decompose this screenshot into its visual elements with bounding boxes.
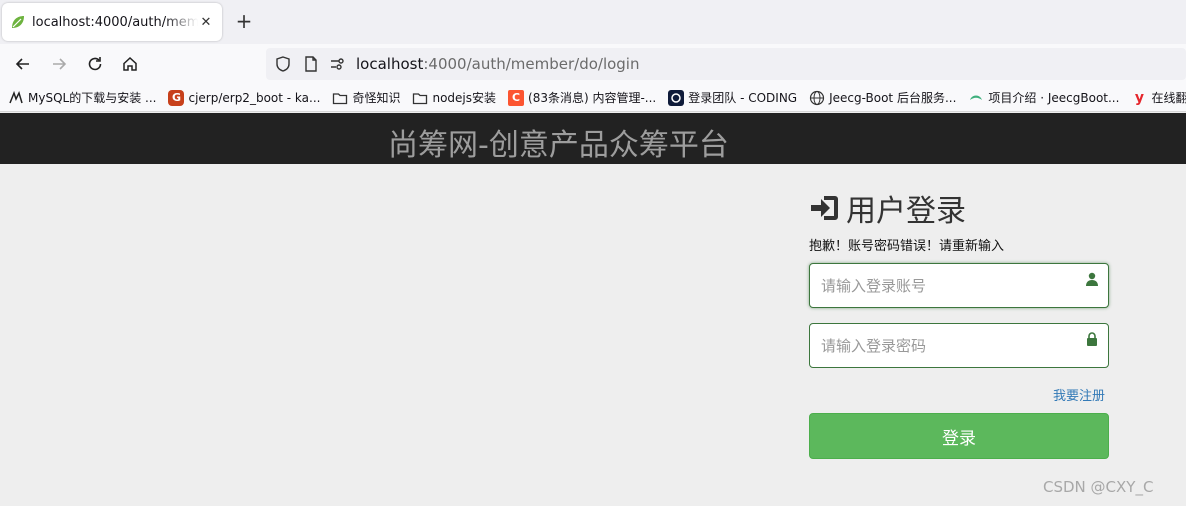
- login-heading: 用户登录: [808, 186, 966, 230]
- bookmark-label: 在线翻译: [1151, 91, 1186, 105]
- close-tab-icon[interactable]: ✕: [198, 15, 214, 30]
- bookmark-label: MySQL的下载与安装 ...: [28, 91, 157, 105]
- user-icon: [1086, 272, 1098, 286]
- coding-icon: [668, 89, 685, 106]
- account-input[interactable]: [810, 264, 1070, 307]
- bookmark-folder-nodejs[interactable]: nodejs安装: [412, 89, 496, 106]
- nav-bar: localhost:4000/auth/member/do/login: [0, 44, 1186, 84]
- bookmark-label: 登录团队 - CODING: [688, 91, 798, 105]
- back-button[interactable]: [10, 51, 36, 77]
- url-bar[interactable]: localhost:4000/auth/member/do/login: [266, 48, 1186, 80]
- bookmarks-bar: MySQL的下载与安装 ... G cjerp/erp2_boot - ka..…: [0, 84, 1186, 112]
- url-text[interactable]: localhost:4000/auth/member/do/login: [356, 55, 639, 73]
- error-message: 抱歉！账号密码错误！请重新输入: [809, 239, 1005, 254]
- bookmark-youdao[interactable]: y 在线翻译: [1131, 89, 1186, 106]
- bookmark-favicon: [8, 90, 24, 106]
- leaf-icon: [12, 16, 24, 28]
- bookmark-label: cjerp/erp2_boot - ka...: [188, 90, 321, 105]
- bookmark-mysql[interactable]: MySQL的下载与安装 ...: [8, 89, 156, 106]
- bookmark-jeecg-backend[interactable]: Jeecg-Boot 后台服务...: [809, 89, 956, 106]
- csdn-icon: C: [508, 89, 525, 106]
- bookmark-folder-qiguai[interactable]: 奇怪知识: [332, 89, 400, 106]
- new-tab-icon[interactable]: +: [232, 10, 256, 34]
- reload-icon: [88, 57, 102, 71]
- bookmark-cjerp[interactable]: G cjerp/erp2_boot - ka...: [168, 89, 321, 106]
- globe-icon: [809, 90, 825, 106]
- jeecg-icon: [968, 90, 984, 106]
- folder-icon: [412, 90, 428, 106]
- home-icon: [123, 56, 137, 71]
- bookmark-csdn[interactable]: C (83条消息) 内容管理-...: [508, 89, 656, 106]
- site-header: 尚筹网-创意产品众筹平台: [0, 113, 1186, 164]
- lock-icon: [1087, 332, 1097, 346]
- password-input[interactable]: [810, 324, 1070, 367]
- tab-title: localhost:4000/auth/member/do/login: [32, 14, 198, 30]
- tab-strip: localhost:4000/auth/member/do/login ✕ +: [0, 0, 1186, 44]
- page-icon: [305, 56, 317, 72]
- login-title: 用户登录: [846, 194, 966, 229]
- bookmark-label: 项目介绍 · JeecgBoot...: [988, 91, 1120, 105]
- arrow-right-icon: [53, 58, 67, 70]
- bookmark-label: nodejs安装: [432, 91, 497, 105]
- reload-button[interactable]: [82, 51, 108, 77]
- youdao-icon: y: [1134, 89, 1144, 106]
- forward-button[interactable]: [46, 51, 72, 77]
- bookmark-label: Jeecg-Boot 后台服务...: [829, 91, 957, 105]
- bookmark-jeecg-intro[interactable]: 项目介绍 · JeecgBoot...: [968, 89, 1119, 106]
- browser-tab[interactable]: localhost:4000/auth/member/do/login ✕: [2, 3, 222, 41]
- password-field[interactable]: [809, 323, 1109, 368]
- url-host: localhost: [356, 55, 424, 73]
- home-button[interactable]: [117, 51, 143, 77]
- login-button[interactable]: 登录: [809, 413, 1109, 459]
- sign-in-icon: [811, 196, 838, 220]
- url-path: :4000/auth/member/do/login: [423, 55, 640, 73]
- shield-icon: [276, 56, 290, 72]
- account-field[interactable]: [809, 263, 1109, 308]
- register-link[interactable]: 我要注册: [1053, 385, 1105, 404]
- arrow-left-icon: [15, 58, 29, 70]
- connection-settings-icon[interactable]: [328, 55, 346, 73]
- bookmark-label: 奇怪知识: [352, 91, 401, 105]
- watermark: CSDN @CXY_C: [1043, 478, 1154, 496]
- bookmark-coding[interactable]: 登录团队 - CODING: [668, 89, 797, 106]
- folder-icon: [332, 90, 348, 106]
- site-title[interactable]: 尚筹网-创意产品众筹平台: [388, 120, 729, 164]
- gitee-icon: G: [168, 89, 185, 106]
- bookmark-label: (83条消息) 内容管理-...: [528, 91, 657, 105]
